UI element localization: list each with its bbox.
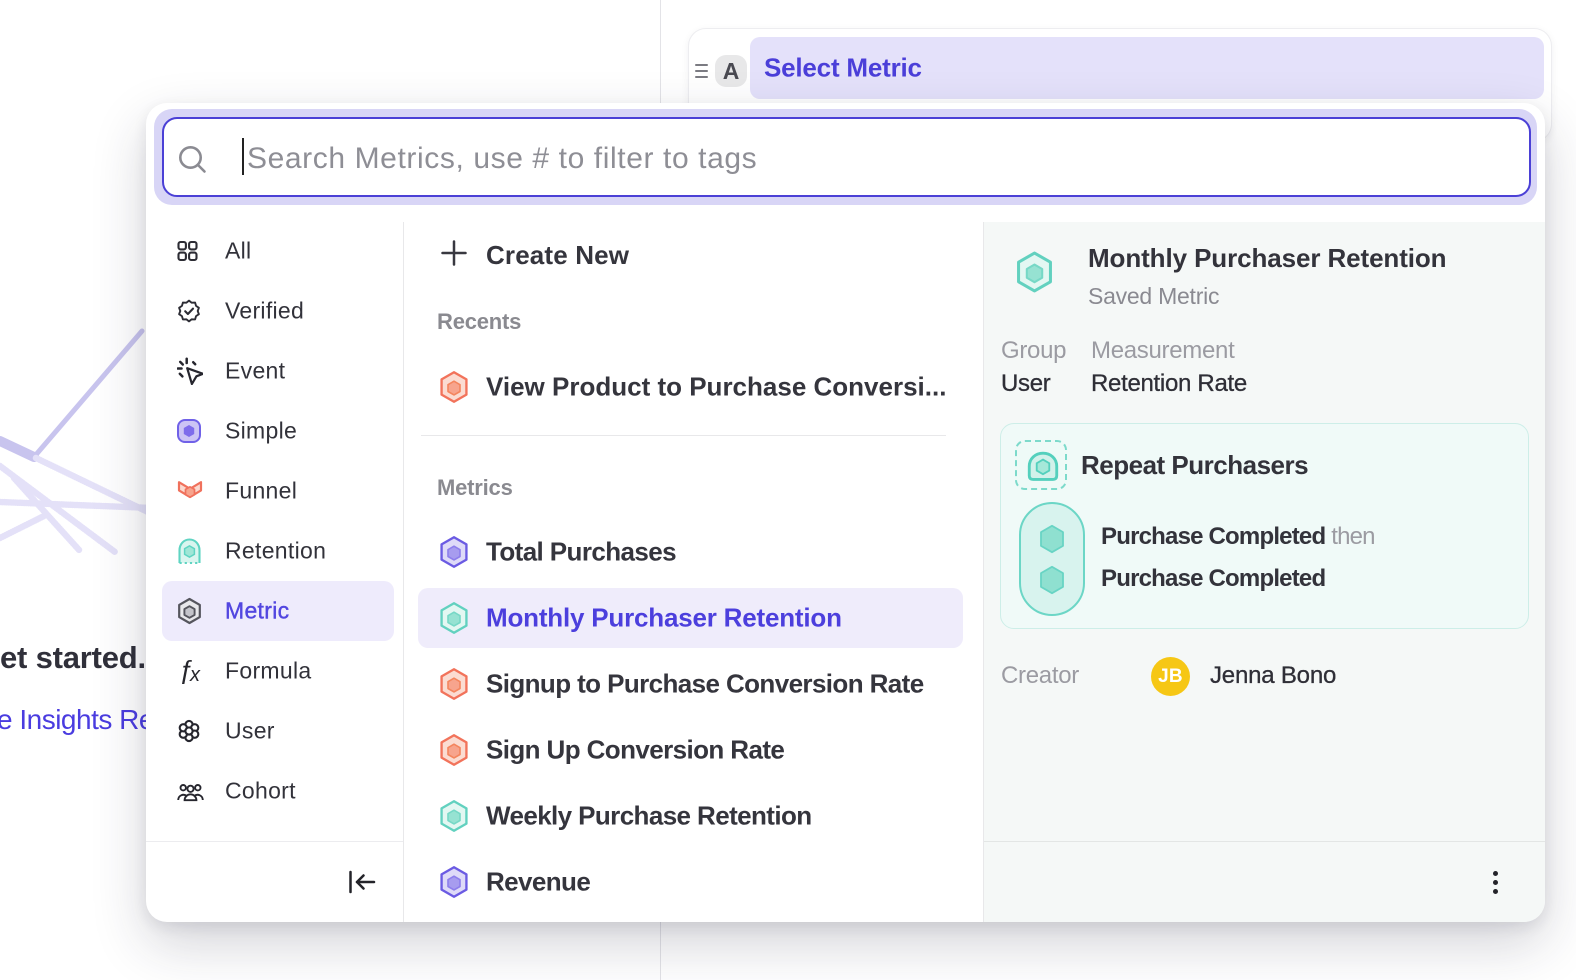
svg-text:x: x [189, 664, 201, 684]
